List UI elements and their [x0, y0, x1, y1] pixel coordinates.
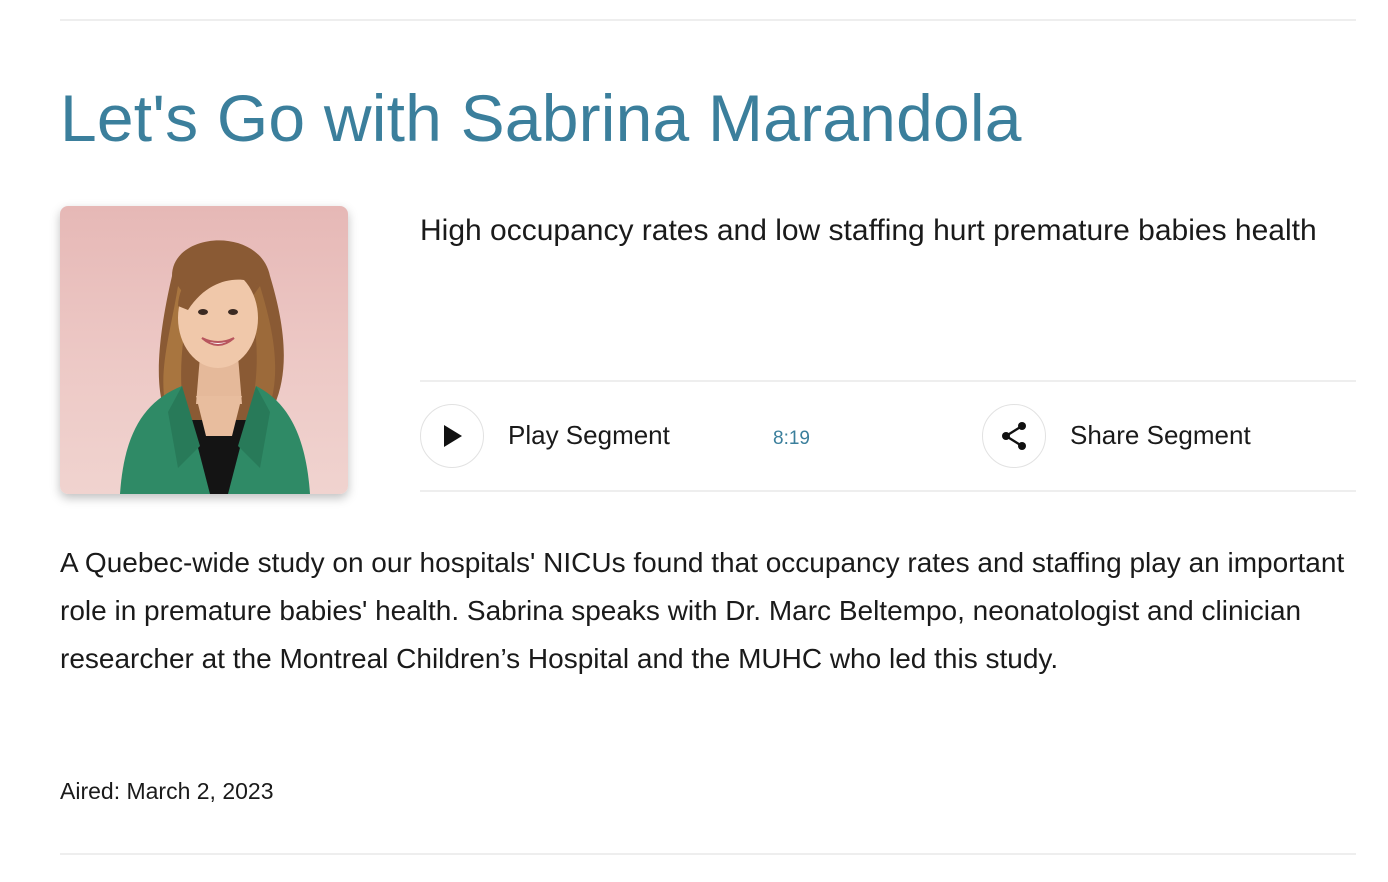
share-icon — [1002, 422, 1026, 450]
show-title[interactable]: Let's Go with Sabrina Marandola — [60, 78, 1022, 158]
play-icon — [444, 425, 462, 447]
segment-description: A Quebec-wide study on our hospitals' NI… — [60, 547, 1345, 674]
host-portrait-illustration — [120, 240, 310, 494]
aired-date: Aired: March 2, 2023 — [60, 778, 274, 804]
share-segment-button[interactable] — [982, 404, 1046, 468]
share-segment-label[interactable]: Share Segment — [1070, 420, 1251, 450]
play-segment-button[interactable] — [420, 404, 484, 468]
segment-page: Let's Go with Sabrina Marandola High occ… — [0, 0, 1388, 882]
host-photo — [60, 206, 348, 494]
bottom-divider — [60, 853, 1356, 855]
play-segment-label[interactable]: Play Segment — [508, 420, 670, 450]
segment-duration: 8:19 — [773, 428, 810, 449]
segment-actions: Play Segment 8:19 Share Segment — [420, 380, 1356, 492]
top-divider — [60, 19, 1356, 21]
segment-title[interactable]: High occupancy rates and low staffing hu… — [420, 207, 1356, 255]
